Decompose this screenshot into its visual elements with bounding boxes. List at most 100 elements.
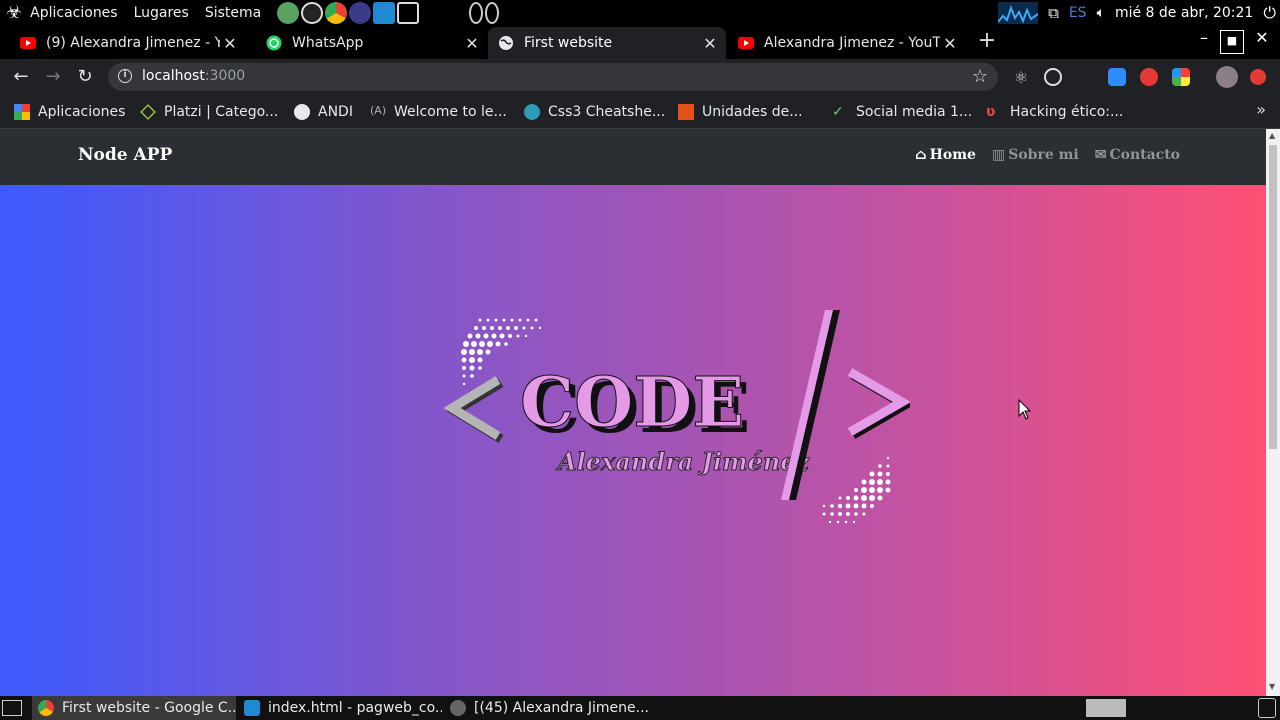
back-button[interactable]: ← bbox=[8, 64, 34, 90]
bookmark-label: Unidades de... bbox=[702, 104, 803, 120]
screenshot-launcher-icon[interactable] bbox=[397, 1, 420, 24]
close-icon[interactable]: ✕ bbox=[220, 34, 240, 53]
bookmarks-bar: Aplicaciones Platzi | Catego... ANDI (A)… bbox=[0, 95, 1280, 129]
show-desktop-icon[interactable] bbox=[2, 700, 22, 716]
bookmark-welcome[interactable]: (A) Welcome to le... bbox=[370, 101, 507, 123]
color-extension-icon[interactable] bbox=[1172, 68, 1190, 86]
hero-section: CODE CODE Alexandra Jiménez bbox=[0, 185, 1266, 696]
ak-icon bbox=[678, 104, 694, 120]
chrome-launcher-icon[interactable] bbox=[325, 1, 348, 24]
site-brand[interactable]: Node APP bbox=[78, 145, 172, 165]
nav-contact-label: Contacto bbox=[1109, 147, 1180, 163]
atom-launcher-icon[interactable] bbox=[277, 1, 300, 24]
globe-icon bbox=[294, 104, 310, 120]
nav-home[interactable]: ⌂ Home bbox=[915, 147, 976, 163]
power-icon[interactable]: ⏻ bbox=[1263, 3, 1276, 23]
close-icon[interactable]: ✕ bbox=[940, 34, 960, 53]
scroll-down-icon[interactable]: ▼ bbox=[1269, 682, 1275, 691]
volume-icon[interactable]: 🔈︎ bbox=[1097, 5, 1105, 21]
pin-icon-2[interactable] bbox=[485, 1, 500, 24]
bookmark-label: Aplicaciones bbox=[38, 104, 126, 120]
bookmark-unidades[interactable]: Unidades de... bbox=[678, 101, 803, 123]
envelope-icon: ✉ bbox=[1094, 147, 1107, 163]
scroll-up-icon[interactable]: ▲ bbox=[1269, 131, 1275, 140]
task-chrome-youtube[interactable]: [(45) Alexandra Jimene... bbox=[444, 696, 648, 720]
page-viewport: Node APP ⌂ Home ▥ Sobre mi ✉ Contacto CO… bbox=[0, 129, 1266, 696]
youtube-icon bbox=[738, 35, 754, 51]
angular-icon: (A) bbox=[370, 104, 387, 117]
bookmark-label: Hacking ético:... bbox=[1010, 104, 1124, 120]
reload-button[interactable]: ↻ bbox=[72, 64, 98, 90]
task-chrome-first-website[interactable]: First website - Google C... bbox=[32, 696, 236, 720]
home-icon: ⌂ bbox=[914, 147, 927, 163]
logo-word: CODE bbox=[520, 363, 744, 443]
menu-lugares[interactable]: Lugares bbox=[134, 5, 189, 21]
close-icon[interactable]: ✕ bbox=[462, 34, 482, 53]
new-tab-button[interactable]: + bbox=[976, 28, 998, 56]
desktop-top-panel: ☣ Aplicaciones Lugares Sistema ⧉ ES 🔈︎ m… bbox=[0, 0, 1280, 25]
vscode-icon bbox=[244, 700, 260, 716]
menu-aplicaciones[interactable]: Aplicaciones bbox=[30, 5, 117, 21]
chrome-icon bbox=[450, 700, 466, 716]
maximize-button[interactable]: ■ bbox=[1220, 30, 1244, 54]
trash-icon[interactable] bbox=[1258, 698, 1276, 718]
bookmark-label: Css3 Cheatshe... bbox=[548, 104, 666, 120]
bookmark-css3[interactable]: Css3 Cheatshe... bbox=[524, 101, 665, 123]
scrollbar-thumb[interactable] bbox=[1269, 145, 1277, 449]
bookmarks-overflow-icon[interactable]: » bbox=[1256, 100, 1266, 119]
task-vscode[interactable]: index.html - pagweb_co... bbox=[238, 696, 442, 720]
task-label: [(45) Alexandra Jimene... bbox=[474, 700, 648, 716]
workspace-switcher-chrome-icon[interactable] bbox=[1086, 699, 1126, 717]
tab-whatsapp[interactable]: WhatsApp ✕ bbox=[246, 27, 488, 59]
clock[interactable]: mié 8 de abr, 20:21 bbox=[1115, 5, 1253, 21]
distro-logo-icon[interactable]: ☣ bbox=[6, 2, 22, 23]
bookmark-hacking[interactable]: ʋ Hacking ético:... bbox=[986, 101, 1123, 123]
forward-button[interactable]: → bbox=[40, 64, 66, 90]
menu-sistema[interactable]: Sistema bbox=[205, 5, 261, 21]
checkmark-icon: ✓ bbox=[832, 104, 844, 120]
bookmark-star-icon[interactable]: ☆ bbox=[972, 66, 988, 87]
minimize-button[interactable]: – bbox=[1190, 28, 1218, 56]
whatsapp-icon bbox=[266, 35, 282, 51]
youtube-icon bbox=[20, 35, 36, 51]
chrome-icon bbox=[38, 700, 54, 716]
avatar[interactable] bbox=[1216, 66, 1238, 88]
info-icon[interactable]: i bbox=[118, 69, 132, 83]
close-window-button[interactable]: ✕ bbox=[1248, 28, 1276, 56]
tab-youtube-2[interactable]: Alexandra Jimenez - YouTube ✕ bbox=[728, 27, 966, 59]
vscode-launcher-icon[interactable] bbox=[373, 1, 396, 24]
url-text[interactable]: localhost:3000 bbox=[142, 68, 245, 84]
pin-icon[interactable] bbox=[469, 1, 484, 24]
zoom-extension-icon[interactable] bbox=[1108, 68, 1126, 86]
react-devtools-icon[interactable]: ⚛ bbox=[1012, 68, 1030, 87]
task-label: index.html - pagweb_co... bbox=[268, 700, 442, 716]
bookmark-apps[interactable]: Aplicaciones bbox=[14, 101, 125, 123]
update-icon[interactable] bbox=[1250, 69, 1266, 85]
address-bar[interactable]: i localhost:3000 ☆ bbox=[108, 63, 998, 91]
tab-title: (9) Alexandra Jimenez - YouTube bbox=[46, 35, 220, 51]
nav-about-label: Sobre mi bbox=[1008, 147, 1079, 163]
bookmark-social-media[interactable]: ✓ Social media 1... bbox=[832, 101, 972, 123]
tab-title: WhatsApp bbox=[292, 35, 364, 51]
bookmark-label: Social media 1... bbox=[856, 104, 973, 120]
bookmark-label: Welcome to le... bbox=[394, 104, 507, 120]
nav-contact[interactable]: ✉ Contacto bbox=[1095, 147, 1180, 163]
bookmark-label: Platzi | Catego... bbox=[164, 104, 279, 120]
eclipse-launcher-icon[interactable] bbox=[349, 1, 372, 24]
mouse-cursor-icon bbox=[1018, 399, 1032, 420]
bookmark-platzi[interactable]: Platzi | Catego... bbox=[140, 101, 278, 123]
logo-slash-shadow bbox=[788, 310, 840, 500]
tab-first-website[interactable]: First website ✕ bbox=[488, 27, 726, 59]
nav-about[interactable]: ▥ Sobre mi bbox=[992, 147, 1079, 163]
tab-youtube-1[interactable]: (9) Alexandra Jimenez - YouTube ✕ bbox=[0, 27, 246, 59]
bookmark-andi[interactable]: ANDI bbox=[294, 101, 353, 123]
keyboard-layout-indicator[interactable]: ES bbox=[1069, 5, 1087, 21]
extension-target-icon[interactable] bbox=[1044, 68, 1062, 86]
close-icon[interactable]: ✕ bbox=[700, 34, 720, 53]
page-scrollbar[interactable]: ▲ ▼ bbox=[1266, 129, 1280, 696]
network-icon[interactable]: ⧉ bbox=[1048, 4, 1059, 22]
blender-launcher-icon[interactable] bbox=[301, 1, 324, 24]
hand-extension-icon[interactable] bbox=[1140, 68, 1158, 86]
system-monitor-icon[interactable] bbox=[998, 1, 1039, 24]
desktop-taskbar: First website - Google C... index.html -… bbox=[0, 696, 1280, 720]
